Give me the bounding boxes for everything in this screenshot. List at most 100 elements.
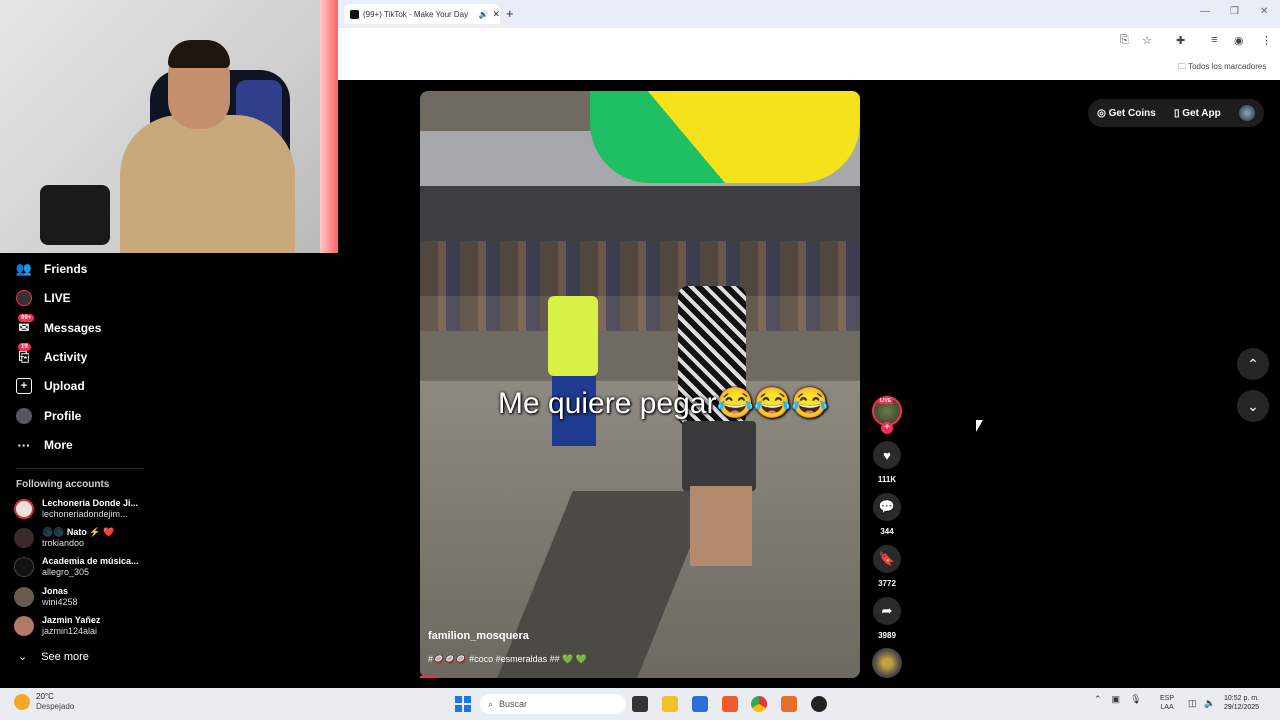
see-more-button[interactable]: ⌄ See more (18, 650, 89, 664)
bookmarks-bar (338, 56, 1280, 80)
following-account[interactable]: Lechoneria Donde Ji... lechoneriadondejim… (14, 498, 138, 520)
market-crowd (420, 241, 860, 331)
media-control-icon[interactable]: ≡ (1211, 34, 1217, 46)
new-tab-button[interactable]: + (506, 6, 514, 21)
user-avatar[interactable] (1238, 105, 1255, 121)
taskbar-clock[interactable]: 10:52 p. m. 29/12/2025 (1224, 694, 1259, 712)
following-account[interactable]: 🌑🌑 Nato ⚡ ❤️ trokiandoo (14, 527, 114, 549)
system-tray: ⌃ ▣ 🎙 (1094, 694, 1142, 705)
sidebar-item-live[interactable]: LIVE (16, 290, 71, 306)
following-account[interactable]: Jonas wini4258 (14, 586, 78, 608)
sidebar-item-activity[interactable]: ⎘ 19 Activity (16, 343, 87, 365)
windows-start-icon[interactable] (455, 696, 471, 712)
coin-icon: ◎ (1097, 107, 1109, 119)
save-action[interactable]: 🔖 3772 (872, 545, 902, 588)
sidebar-item-label: More (44, 438, 73, 452)
tray-app-icon[interactable]: ▣ (1112, 694, 1121, 705)
sidebar-item-label: Friends (44, 262, 88, 276)
profile-icon (16, 408, 32, 424)
sidebar-item-more[interactable]: ··· More (16, 437, 73, 453)
bookmark-icon[interactable]: 🔖 (873, 545, 901, 573)
sidebar-item-label: Messages (44, 321, 102, 335)
brave-icon[interactable] (722, 696, 738, 712)
man-legs (690, 486, 752, 566)
account-handle: allegro_305 (42, 567, 90, 577)
browser-menu-icon[interactable]: ⋮ (1261, 34, 1272, 47)
taskbar-search[interactable]: ⌕ Buscar (480, 694, 626, 714)
profile-avatar-icon[interactable]: ◉ (1234, 34, 1244, 47)
webcam-overlay (0, 0, 338, 253)
video-caption-overlay: Me quiere pegar😂😂😂 (498, 387, 829, 420)
heart-icon[interactable]: ♥ (873, 441, 901, 469)
install-app-icon[interactable]: ⎘ (1120, 34, 1129, 47)
previous-video-button[interactable]: ⌃ (1237, 348, 1269, 380)
share-icon[interactable]: ➦ (873, 597, 901, 625)
streamer-body (120, 115, 295, 253)
sidebar-item-label: Upload (44, 379, 85, 393)
see-more-label: See more (41, 650, 89, 663)
search-placeholder: Buscar (499, 699, 528, 709)
app-icon[interactable] (781, 696, 797, 712)
tiktok-favicon-icon (350, 9, 359, 19)
mouse-cursor (976, 420, 983, 432)
like-action[interactable]: ♥ 111K (872, 441, 902, 484)
account-name: Lechoneria Donde Ji... (42, 498, 139, 508)
comment-icon[interactable]: 💬 (873, 493, 901, 521)
bookmark-star-icon[interactable]: ☆ (1142, 34, 1152, 47)
sidebar-item-profile[interactable]: Profile (16, 408, 81, 424)
account-handle: lechoneriadondejim... (42, 509, 128, 519)
mic-icon[interactable]: 🎙 (1130, 694, 1141, 705)
tab-close-icon[interactable]: ✕ (492, 9, 500, 20)
following-account[interactable]: Jazmin Yañez jazmin124alai (14, 615, 100, 637)
get-coins-button[interactable]: ◎ Get Coins (1097, 108, 1156, 119)
all-bookmarks-label: Todos los marcadores (1188, 62, 1267, 71)
store-icon[interactable] (692, 696, 708, 712)
comment-action[interactable]: 💬 344 (872, 493, 902, 536)
browser-toolbar (338, 28, 1280, 56)
get-coins-label: Get Coins (1108, 107, 1156, 119)
get-app-button[interactable]: ▯ Get App (1174, 108, 1221, 119)
extensions-icon[interactable]: ✚ (1176, 34, 1185, 47)
chevron-up-icon: ⌃ (1247, 355, 1259, 372)
activity-icon: ⎘ 19 (18, 343, 31, 364)
file-explorer-icon[interactable] (662, 696, 678, 712)
search-icon: ⌕ (488, 698, 494, 709)
following-accounts-header: Following accounts (16, 479, 110, 490)
sidebar-item-upload[interactable]: + Upload (16, 378, 85, 394)
language-indicator[interactable]: ESP LAA (1160, 694, 1174, 712)
maximize-button[interactable]: ❐ (1230, 6, 1239, 17)
weather-widget[interactable]: 20°C Despejado (14, 692, 74, 712)
chevron-down-icon: ⌄ (1247, 397, 1259, 414)
minimize-button[interactable]: — (1200, 6, 1210, 17)
follow-button[interactable]: + (881, 422, 893, 434)
weather-desc: Despejado (36, 702, 75, 711)
lang-code: ESP (1160, 695, 1175, 702)
video-player[interactable] (420, 91, 860, 678)
next-video-button[interactable]: ⌄ (1237, 390, 1269, 422)
tray-chevron-icon[interactable]: ⌃ (1094, 694, 1102, 705)
sidebar-item-messages[interactable]: ✉ 99+ Messages (16, 314, 102, 336)
man-shorts (682, 421, 756, 491)
video-progress-bar[interactable] (420, 676, 438, 678)
close-window-button[interactable]: ✕ (1260, 6, 1268, 17)
obs-icon[interactable] (811, 696, 827, 712)
phone-icon: ▯ (1173, 107, 1183, 119)
account-handle: wini4258 (42, 597, 78, 607)
following-account[interactable]: Academia de música... allegro_305 (14, 556, 139, 578)
task-view-icon[interactable] (632, 696, 648, 712)
live-tag: LIVE (878, 398, 894, 404)
mute-icon[interactable]: 🔊 (478, 10, 488, 19)
all-bookmarks-button[interactable]: 🗀 Todos los marcadores (1178, 61, 1266, 75)
video-author[interactable]: familion_mosquera (428, 630, 529, 642)
lang-layout: LAA (1160, 704, 1174, 711)
account-avatar (14, 587, 34, 607)
volume-icon[interactable]: 🔈 (1204, 698, 1215, 709)
get-app-label: Get App (1182, 107, 1221, 119)
network-icon[interactable]: ◫ (1188, 698, 1197, 709)
chrome-icon[interactable] (751, 696, 767, 712)
streamer-hair (168, 40, 230, 68)
browser-tab[interactable]: (99+) TikTok - Make Your Day 🔊 ✕ (344, 4, 500, 24)
music-disc-icon[interactable] (872, 648, 902, 678)
share-action[interactable]: ➦ 3989 (872, 597, 902, 640)
sidebar-item-friends[interactable]: 👥 Friends (16, 261, 87, 277)
